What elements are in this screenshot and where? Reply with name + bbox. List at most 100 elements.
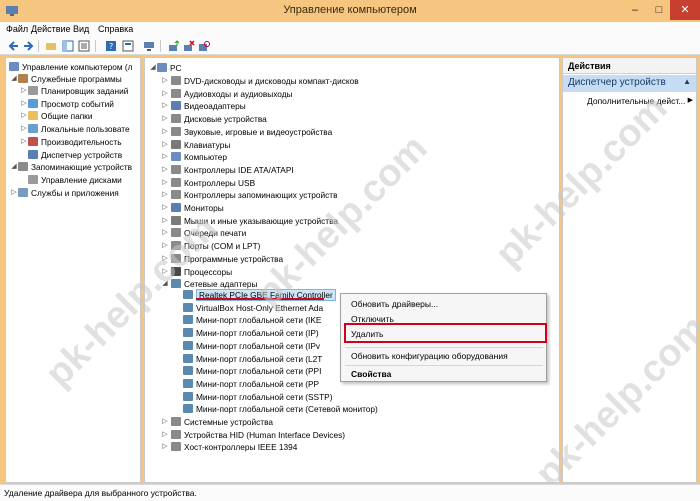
expand-icon[interactable]: ▷ bbox=[20, 111, 28, 119]
device-category[interactable]: Контроллеры IDE ATA/ATAPI bbox=[171, 164, 294, 176]
expand-icon[interactable]: ▷ bbox=[161, 267, 169, 275]
network-adapter-item[interactable]: Мини-порт глобальной сети (IKE bbox=[183, 314, 321, 326]
device-category[interactable]: Клавиатуры bbox=[171, 139, 230, 151]
more-actions-link[interactable]: Дополнительные дейст... ▶ bbox=[587, 96, 695, 106]
uninstall-icon[interactable] bbox=[183, 40, 195, 52]
expand-icon[interactable]: ▷ bbox=[161, 241, 169, 249]
device-category[interactable]: Дисковые устройства bbox=[171, 113, 267, 125]
tree-item-system-tools[interactable]: Служебные программы bbox=[18, 73, 122, 85]
device-category[interactable]: Компьютер bbox=[171, 151, 227, 163]
collapse-arrow-icon[interactable]: ▲ bbox=[683, 77, 691, 86]
device-category[interactable]: Хост-контроллеры IEEE 1394 bbox=[171, 441, 297, 453]
device-category[interactable]: Мыши и иные указывающие устройства bbox=[171, 215, 338, 227]
expand-icon[interactable]: ▷ bbox=[161, 127, 169, 135]
expand-icon[interactable]: ▷ bbox=[161, 254, 169, 262]
device-category[interactable]: Устройства HID (Human Interface Devices) bbox=[171, 429, 345, 441]
menu-view[interactable]: Вид bbox=[73, 24, 89, 34]
device-category[interactable]: Процессоры bbox=[171, 266, 232, 278]
network-adapter-item[interactable]: Мини-порт глобальной сети (L2T bbox=[183, 353, 322, 365]
tree-item-event-viewer[interactable]: Просмотр событий bbox=[28, 98, 114, 110]
list-icon[interactable] bbox=[78, 40, 90, 52]
device-category[interactable]: Видеоадаптеры bbox=[171, 100, 246, 112]
collapse-icon[interactable]: ◢ bbox=[10, 74, 18, 82]
scan-hardware-menu-item[interactable]: Обновить конфигурацию оборудования bbox=[351, 351, 508, 361]
expand-icon[interactable]: ▷ bbox=[161, 76, 169, 84]
scan-hardware-icon[interactable] bbox=[198, 40, 210, 52]
close-button[interactable]: ✕ bbox=[670, 0, 700, 20]
update-driver-menu-item[interactable]: Обновить драйверы... bbox=[351, 299, 438, 309]
device-category[interactable]: Порты (COM и LPT) bbox=[171, 240, 260, 252]
expand-icon[interactable]: ▷ bbox=[161, 178, 169, 186]
expand-icon[interactable]: ▷ bbox=[161, 165, 169, 173]
tree-item-services-apps[interactable]: Службы и приложения bbox=[18, 187, 119, 199]
menu-action[interactable]: Действие bbox=[31, 24, 71, 34]
network-adapter-item[interactable]: Мини-порт глобальной сети (Сетевой монит… bbox=[183, 403, 378, 415]
minimize-button[interactable]: – bbox=[622, 0, 648, 20]
network-adapter-item[interactable]: Мини-порт глобальной сети (PP bbox=[183, 378, 319, 390]
device-category[interactable]: Программные устройства bbox=[171, 253, 283, 265]
network-adapter-item[interactable]: Мини-порт глобальной сети (IP) bbox=[183, 327, 319, 339]
device-category[interactable]: DVD-дисководы и дисководы компакт-дисков bbox=[171, 75, 359, 87]
tree-item-computer-management[interactable]: Управление компьютером (л bbox=[9, 61, 133, 73]
device-tree-root[interactable]: PC bbox=[157, 62, 182, 74]
help-icon[interactable]: ? bbox=[105, 40, 117, 52]
tree-item-task-scheduler[interactable]: Планировщик заданий bbox=[28, 85, 128, 97]
expand-icon[interactable]: ▷ bbox=[20, 137, 28, 145]
expand-icon[interactable]: ▷ bbox=[161, 216, 169, 224]
expand-icon[interactable]: ▷ bbox=[161, 152, 169, 160]
collapse-icon[interactable]: ◢ bbox=[10, 162, 18, 170]
expand-icon[interactable]: ▷ bbox=[161, 430, 169, 438]
device-category[interactable]: Системные устройства bbox=[171, 416, 273, 428]
up-folder-icon[interactable] bbox=[45, 40, 57, 52]
tree-item-local-users[interactable]: Локальные пользовате bbox=[28, 123, 130, 135]
device-category[interactable]: Контроллеры запоминающих устройств bbox=[171, 189, 337, 201]
expand-icon[interactable]: ▷ bbox=[20, 99, 28, 107]
processor-icon bbox=[171, 266, 181, 276]
collapse-icon[interactable]: ◢ bbox=[161, 279, 169, 287]
expand-icon[interactable]: ▷ bbox=[161, 203, 169, 211]
uninstall-menu-item[interactable]: Удалить bbox=[351, 329, 383, 339]
menu-bar: Файл Действие Вид Справка bbox=[0, 22, 700, 37]
tree-item-storage[interactable]: Запоминающие устройств bbox=[18, 161, 132, 173]
device-category[interactable]: Аудиовходы и аудиовыходы bbox=[171, 88, 293, 100]
monitor-icon[interactable] bbox=[143, 40, 155, 52]
expand-icon[interactable]: ▷ bbox=[161, 442, 169, 450]
device-category[interactable]: Очереди печати bbox=[171, 227, 246, 239]
device-category[interactable]: Звуковые, игровые и видеоустройства bbox=[171, 126, 332, 138]
expand-icon[interactable]: ▷ bbox=[161, 417, 169, 425]
tree-item-performance[interactable]: Производительность bbox=[28, 136, 122, 148]
device-category[interactable]: Контроллеры USB bbox=[171, 177, 255, 189]
network-adapter-item[interactable]: Мини-порт глобальной сети (SSTP) bbox=[183, 391, 332, 403]
update-driver-icon[interactable] bbox=[168, 40, 180, 52]
maximize-button[interactable]: □ bbox=[648, 0, 670, 20]
expand-icon[interactable]: ▷ bbox=[20, 124, 28, 132]
collapse-icon[interactable]: ◢ bbox=[149, 63, 157, 71]
expand-icon[interactable]: ▷ bbox=[161, 140, 169, 148]
network-adapter-item[interactable]: VirtualBox Host-Only Ethernet Ada bbox=[183, 302, 323, 314]
tree-item-shared-folders[interactable]: Общие папки bbox=[28, 110, 92, 122]
disk-icon bbox=[171, 114, 181, 124]
menu-file[interactable]: Файл bbox=[6, 24, 28, 34]
expand-icon[interactable]: ▷ bbox=[20, 86, 28, 94]
actions-device-manager[interactable]: Диспетчер устройств ▲ bbox=[563, 75, 696, 92]
expand-icon[interactable]: ▷ bbox=[161, 89, 169, 97]
device-category[interactable]: Мониторы bbox=[171, 202, 224, 214]
back-icon[interactable] bbox=[8, 40, 20, 52]
properties-icon[interactable] bbox=[122, 40, 134, 52]
tree-item-disk-management[interactable]: Управление дисками bbox=[28, 174, 122, 186]
expand-icon[interactable]: ▷ bbox=[161, 114, 169, 122]
forward-icon[interactable] bbox=[22, 40, 34, 52]
show-hide-tree-icon[interactable] bbox=[62, 40, 74, 52]
network-adapter-item[interactable]: Мини-порт глобальной сети (IPv bbox=[183, 340, 320, 352]
tree-item-device-manager[interactable]: Диспетчер устройств bbox=[28, 149, 122, 161]
device-tree-pane[interactable]: ◢ PC ▷ DVD-дисководы и дисководы компакт-… bbox=[144, 57, 560, 483]
expand-icon[interactable]: ▷ bbox=[161, 101, 169, 109]
console-tree-pane[interactable]: Управление компьютером (л ◢ Служебные пр… bbox=[5, 57, 141, 483]
network-adapter-item[interactable]: Мини-порт глобальной сети (PPI bbox=[183, 365, 321, 377]
properties-menu-item[interactable]: Свойства bbox=[351, 369, 391, 379]
expand-icon[interactable]: ▷ bbox=[161, 228, 169, 236]
menu-help[interactable]: Справка bbox=[98, 24, 133, 34]
dvd-icon bbox=[171, 76, 181, 85]
expand-icon[interactable]: ▷ bbox=[161, 190, 169, 198]
expand-icon[interactable]: ▷ bbox=[10, 188, 18, 196]
